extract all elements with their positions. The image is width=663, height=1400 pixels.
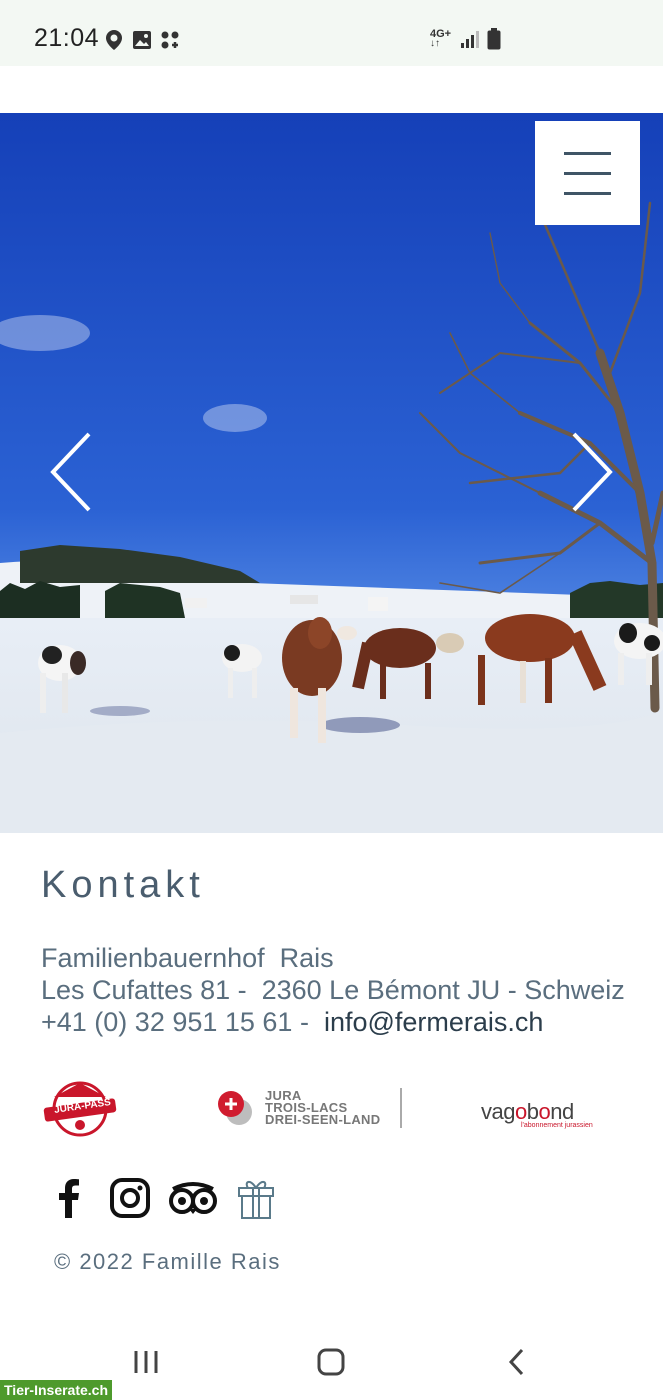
slideshow-prev-button[interactable]	[45, 430, 95, 514]
instagram-icon[interactable]	[108, 1176, 152, 1220]
network-type: 4G+ ↓↑	[430, 28, 452, 49]
chevron-right-icon	[572, 432, 613, 512]
status-icons-left	[104, 29, 180, 51]
status-time: 21:04	[34, 24, 100, 52]
hamburger-icon-line	[564, 192, 611, 195]
contact-phone-line: +41 (0) 32 951 15 61 - info@fermerais.ch	[41, 1006, 625, 1038]
contact-email-link[interactable]: info@fermerais.ch	[324, 1007, 543, 1037]
battery-icon	[487, 28, 501, 50]
contact-title: Kontakt	[41, 864, 205, 906]
logo-divider	[400, 1088, 403, 1128]
chevron-left-icon	[50, 432, 91, 512]
jura-pass-logo[interactable]: JURA-PASS	[40, 1077, 120, 1137]
vagabond-logo[interactable]: vagobond l'abonnement jurassien	[481, 1099, 593, 1130]
facebook-icon[interactable]	[48, 1176, 88, 1220]
home-button[interactable]	[311, 1346, 351, 1378]
contact-phone[interactable]: +41 (0) 32 951 15 61 -	[41, 1007, 324, 1037]
vagabond-word: vagobond	[481, 1099, 574, 1124]
contact-name: Familienbauernhof Rais	[41, 943, 334, 973]
back-button[interactable]	[497, 1346, 537, 1378]
contact-info: Familienbauernhof Rais Les Cufattes 81 -…	[41, 942, 625, 1038]
menu-button[interactable]	[535, 121, 640, 225]
tripadvisor-icon[interactable]	[166, 1176, 220, 1220]
recent-apps-button[interactable]	[126, 1346, 166, 1378]
home-icon	[317, 1348, 345, 1376]
watermark: Tier-Inserate.ch	[0, 1380, 113, 1400]
vagabond-tagline: l'abonnement jurassien	[521, 1122, 593, 1129]
trois-lacs-text: JURA TROIS-LACS DREI-SEEN-LAND	[265, 1088, 381, 1127]
back-icon	[508, 1348, 524, 1376]
contact-address: Les Cufattes 81 - 2360 Le Bémont JU - Sc…	[41, 975, 625, 1005]
gallery-icon	[133, 31, 151, 49]
location-icon	[106, 30, 122, 50]
status-bar: 21:04 4G+ ↓↑	[0, 0, 663, 66]
signal-icon	[461, 31, 480, 48]
swiss-cross-icon	[218, 1091, 252, 1125]
recent-apps-icon	[134, 1351, 158, 1373]
jura-trois-lacs-logo[interactable]: JURA TROIS-LACS DREI-SEEN-LAND	[217, 1088, 403, 1128]
copyright: © 2022 Famille Rais	[54, 1249, 281, 1274]
hamburger-icon-line	[564, 172, 611, 175]
gift-icon[interactable]	[234, 1176, 278, 1220]
status-icons-right: 4G+ ↓↑	[430, 28, 501, 50]
apps-icon	[161, 31, 179, 49]
slideshow-next-button[interactable]	[568, 430, 618, 514]
hamburger-icon	[564, 152, 611, 155]
